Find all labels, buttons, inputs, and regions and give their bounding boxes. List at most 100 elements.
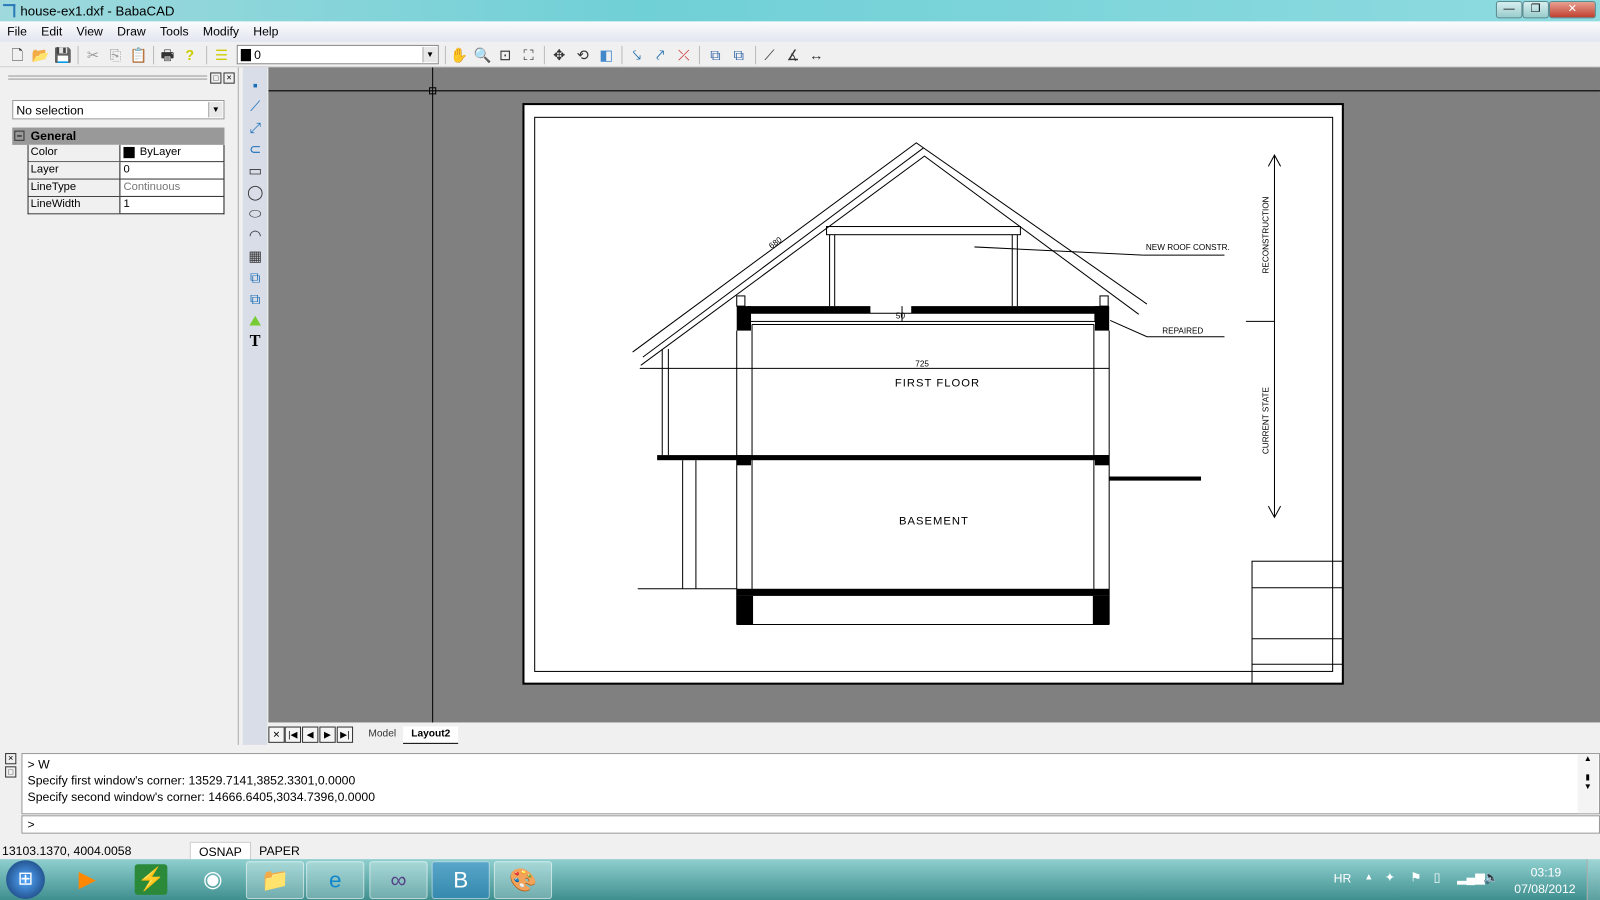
paper-toggle[interactable]: PAPER — [251, 842, 308, 860]
next-tab-icon[interactable]: ▶ — [319, 726, 336, 743]
dim-small: 50 — [896, 311, 906, 320]
tab-model[interactable]: Model — [360, 727, 404, 744]
chevron-down-icon[interactable]: ▼ — [422, 46, 437, 63]
first-tab-icon[interactable]: |◀ — [284, 726, 302, 743]
print-icon[interactable]: 🖶 — [158, 46, 176, 64]
image-icon[interactable]: ⛰ — [246, 311, 264, 329]
menu-file[interactable]: File — [0, 21, 34, 38]
rotate-icon[interactable]: ⟲ — [573, 46, 591, 64]
circle-icon[interactable]: ◯ — [246, 183, 264, 201]
open-folder-icon[interactable]: 📂 — [32, 46, 50, 64]
block-icon[interactable]: ⧉ — [246, 268, 264, 286]
zoom-window-icon[interactable]: ⊡ — [496, 46, 514, 64]
label-basement: BASEMENT — [899, 515, 969, 527]
zoom-extents-icon[interactable]: ⛶ — [519, 46, 537, 64]
prop-row-linewidth[interactable]: LineWidth 1 — [27, 196, 225, 215]
chevron-down-icon[interactable]: ▼ — [208, 102, 223, 118]
minimize-button[interactable]: — — [1495, 1, 1523, 19]
polyline-icon[interactable]: ⤢ — [246, 118, 264, 136]
prop-row-layer[interactable]: Layer 0 — [27, 162, 225, 180]
float-command-icon[interactable]: □ — [5, 766, 17, 778]
show-desktop-button[interactable] — [1586, 859, 1600, 900]
windows-media-player-icon[interactable]: ▶ — [58, 861, 116, 899]
title-bar: house-ex1.dxf - BabaCAD — ❐ ✕ — [0, 0, 1600, 22]
task-manager-icon[interactable]: ⚡ — [134, 864, 168, 895]
arc-icon[interactable]: ◠ — [246, 226, 264, 244]
text-icon[interactable]: T — [246, 333, 264, 351]
prev-tab-icon[interactable]: ◀ — [302, 726, 319, 743]
layers-icon[interactable]: ☰ — [212, 46, 230, 64]
clock-date[interactable]: 07/08/2012 — [1514, 882, 1575, 896]
pan-hand-icon[interactable]: ✋ — [450, 46, 468, 64]
tab-layout2[interactable]: Layout2 — [403, 726, 459, 744]
spline-icon[interactable]: ⊂ — [246, 140, 264, 158]
taskbar: ⊞ ▶ ⚡ ◉ 📁 e ∞ B 🎨 HR ▲ ✦ ⚑ ▯ ▂▄▆ 🔈 03:19… — [0, 859, 1600, 900]
group-general[interactable]: − General — [12, 127, 225, 145]
dimension-aligned-icon[interactable]: ⟋ — [760, 46, 778, 64]
copy-icon[interactable]: ⎘ — [106, 46, 124, 64]
prop-row-color[interactable]: Color ByLayer — [27, 144, 225, 163]
selection-select[interactable]: No selection ▼ — [12, 99, 225, 120]
menu-help[interactable]: Help — [246, 21, 285, 38]
menu-view[interactable]: View — [69, 21, 110, 38]
show-hidden-icons[interactable]: ▲ — [1364, 871, 1373, 881]
help-icon[interactable]: ? — [181, 46, 199, 64]
drawing-canvas[interactable]: 680 725 50 FIRST FLOOR BASEMENT NEW ROOF… — [268, 67, 1600, 723]
float-panel-icon[interactable]: □ — [210, 72, 222, 84]
paste-icon[interactable]: 📋 — [130, 46, 148, 64]
internet-explorer-icon[interactable]: e — [306, 861, 365, 899]
insert-block-icon[interactable]: ⧉ — [246, 290, 264, 308]
action-center-flag-icon[interactable]: ⚑ — [1410, 870, 1421, 884]
language-indicator[interactable]: HR — [1334, 871, 1352, 885]
rectangle-icon[interactable]: ▭ — [246, 161, 264, 179]
zoom-in-icon[interactable]: 🔍 — [473, 46, 492, 64]
layer-select[interactable]: 0 ▼ — [236, 44, 439, 65]
extend-icon[interactable]: ⤤ — [651, 46, 669, 64]
explorer-icon[interactable]: 📁 — [245, 861, 305, 899]
paint-icon[interactable]: 🎨 — [493, 861, 553, 899]
hatch-icon[interactable]: ▦ — [246, 247, 264, 265]
prop-row-linetype[interactable]: LineType Continuous — [27, 179, 225, 197]
command-input[interactable]: > — [21, 815, 1600, 834]
volume-icon[interactable]: 🔈 — [1484, 870, 1499, 884]
ellipse-icon[interactable]: ⬭ — [246, 204, 264, 222]
line-icon[interactable]: ⟋ — [246, 97, 264, 115]
network-icon[interactable]: ◉ — [184, 861, 242, 899]
menu-draw[interactable]: Draw — [110, 21, 153, 38]
collapse-icon[interactable]: − — [14, 130, 25, 141]
point-icon[interactable]: ▪ — [246, 76, 264, 94]
close-button[interactable]: ✕ — [1548, 1, 1596, 19]
menu-tools[interactable]: Tools — [153, 21, 196, 38]
cut-icon[interactable]: ✂ — [84, 46, 102, 64]
color-swatch — [123, 146, 135, 159]
last-tab-icon[interactable]: ▶| — [336, 726, 354, 743]
label-first-floor: FIRST FLOOR — [895, 378, 980, 390]
save-icon[interactable]: 💾 — [54, 46, 72, 64]
trim-icon[interactable]: ⤥ — [628, 46, 646, 64]
move-icon[interactable]: ✥ — [550, 46, 568, 64]
signal-icon[interactable]: ▂▄▆ — [1457, 870, 1485, 884]
close-command-icon[interactable]: × — [5, 753, 17, 765]
power-icon[interactable]: ▯ — [1434, 870, 1441, 884]
tray-app-icon[interactable]: ✦ — [1385, 870, 1395, 884]
layout-tabs: ✕ |◀ ◀ ▶ ▶| Model Layout2 — [268, 723, 1600, 746]
menu-edit[interactable]: Edit — [34, 21, 69, 38]
send-back-icon[interactable]: ⧉ — [730, 46, 748, 64]
close-panel-icon[interactable]: × — [223, 72, 235, 84]
menu-modify[interactable]: Modify — [196, 21, 246, 38]
break-icon[interactable]: ⤫ — [674, 46, 692, 64]
menu-bar: File Edit View Draw Tools Modify Help — [0, 21, 1600, 42]
maximize-button[interactable]: ❐ — [1522, 1, 1549, 19]
dimension-linear-icon[interactable]: ↔ — [807, 46, 825, 64]
start-button[interactable]: ⊞ — [6, 860, 45, 899]
clock-time[interactable]: 03:19 — [1531, 865, 1562, 879]
label-current-state: CURRENT STATE — [1261, 386, 1270, 454]
scale-icon[interactable]: ◧ — [597, 46, 615, 64]
bring-front-icon[interactable]: ⧉ — [706, 46, 724, 64]
new-file-icon[interactable]: 🗋 — [8, 46, 26, 64]
visual-studio-icon[interactable]: ∞ — [369, 861, 428, 899]
dimension-angle-icon[interactable]: ∡ — [784, 46, 802, 64]
close-tab-icon[interactable]: ✕ — [268, 726, 285, 743]
history-scrollbar[interactable]: ▲ ▮ ▼ — [1577, 754, 1598, 814]
babacad-taskbar-icon[interactable]: B — [431, 861, 490, 899]
